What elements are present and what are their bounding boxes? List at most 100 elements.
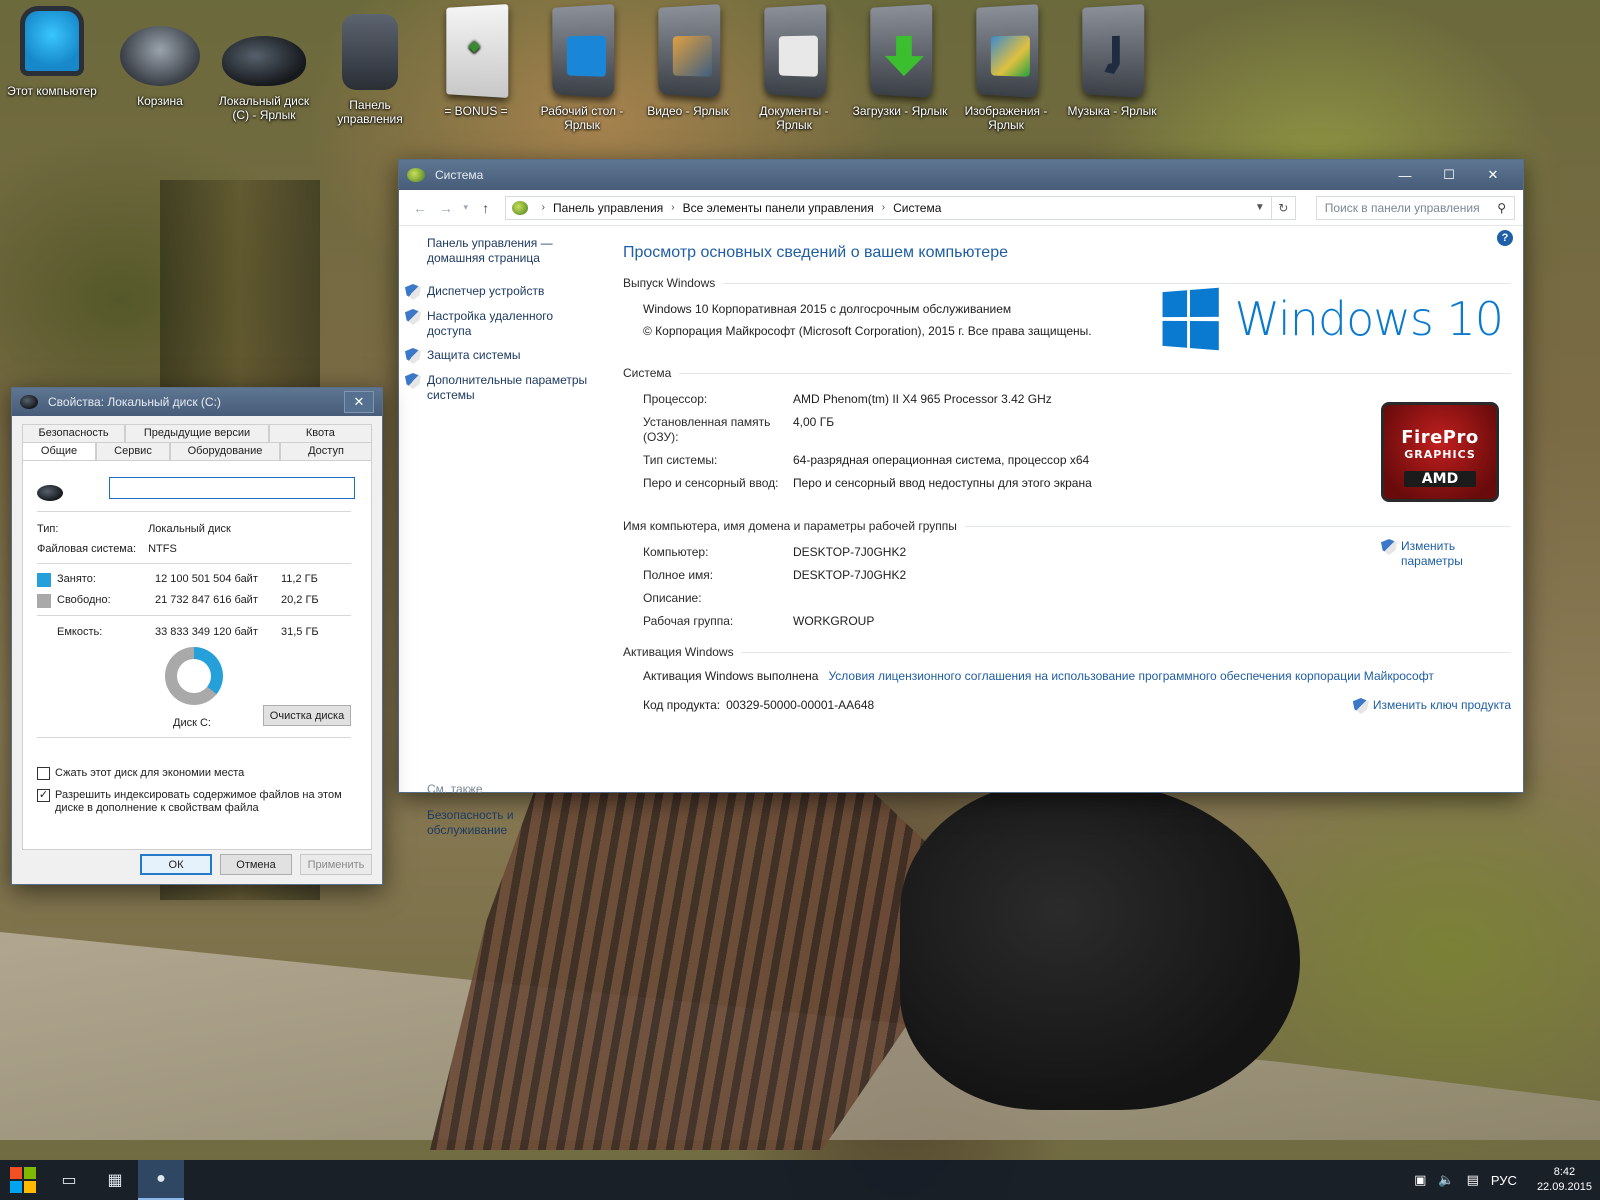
tab-hardware[interactable]: Оборудование [170, 442, 280, 460]
advanced-settings-link[interactable]: Дополнительные параметры системы [405, 373, 599, 403]
free-space-swatch [37, 594, 51, 608]
desktop-icon-documents-shortcut[interactable]: Документы - Ярлык [742, 4, 846, 132]
taskbar-disk-properties-icon[interactable]: ● [138, 1160, 184, 1200]
desktop-icon-bonus[interactable]: = BONUS = [424, 4, 528, 118]
tab-general[interactable]: Общие [22, 442, 96, 460]
maximize-button[interactable]: ☐ [1427, 160, 1471, 190]
disk-cleanup-button[interactable]: Очистка диска [263, 705, 351, 726]
info-row: Процессор: AMD Phenom(tm) II X4 965 Proc… [623, 392, 1511, 407]
chevron-down-icon[interactable]: ▼ [1255, 202, 1265, 213]
activation-row: Активация Windows выполнена Условия лице… [623, 669, 1511, 684]
desktop-icon-recycle-bin[interactable]: Корзина [108, 6, 212, 108]
license-terms-link[interactable]: Условия лицензионного соглашения на испо… [828, 669, 1433, 684]
desktop-icon-label: Видео - Ярлык [647, 104, 729, 118]
filesystem-label: Файловая система: [37, 543, 137, 555]
change-settings-link[interactable]: Изменить параметры [1381, 539, 1479, 569]
back-arrow-icon[interactable]: ← [407, 200, 433, 216]
see-also-heading: См. также [427, 782, 483, 796]
desktop-icon-label: Музыка - Ярлык [1067, 104, 1157, 118]
desktop-icon-control-panel[interactable]: Панель управления [318, 6, 422, 126]
tab-quota[interactable]: Квота [268, 424, 372, 442]
start-button[interactable] [0, 1160, 46, 1200]
system-protection-link[interactable]: Защита системы [405, 348, 599, 364]
disk-icon [37, 485, 63, 501]
desktop-icon-label: Панель управления [337, 98, 403, 126]
system-window-titlebar[interactable]: Система — ☐ ✕ [399, 160, 1523, 190]
taskbar: ▭ ▦ ● ▣ 🔈 ▤ РУС 8:42 22.09.2015 [0, 1160, 1600, 1200]
taskbar-control-panel-icon[interactable]: ▦ [92, 1160, 138, 1200]
recycle-bin-icon [120, 26, 200, 86]
close-button[interactable]: ✕ [1471, 160, 1515, 190]
main-pane: Просмотр основных сведений о вашем компь… [623, 226, 1511, 792]
apply-button[interactable]: Применить [300, 854, 372, 875]
desktop-icon-music-shortcut[interactable]: Музыка - Ярлык [1060, 4, 1164, 118]
breadcrumb-system[interactable]: Система [893, 201, 941, 215]
desktop-icon-label: = BONUS = [444, 104, 508, 118]
tab-tools[interactable]: Сервис [96, 442, 170, 460]
security-maintenance-link[interactable]: Безопасность и обслуживание [427, 808, 577, 838]
desktop-icon-desktop-shortcut[interactable]: Рабочий стол - Ярлык [530, 4, 634, 132]
desktop-icon-this-pc[interactable]: Этот компьютер [0, 6, 104, 98]
divider [37, 511, 351, 512]
desktop-icon-label: Загрузки - Ярлык [852, 104, 948, 118]
product-key-value: 00329-50000-00001-AA648 [726, 698, 875, 712]
free-gb: 20,2 ГБ [281, 594, 319, 606]
free-label: Свободно: [57, 594, 111, 606]
control-panel-home-link[interactable]: Панель управления — домашняя страница [427, 236, 599, 266]
desktop-icon-local-disk[interactable]: Локальный диск (C) - Ярлык [212, 6, 316, 122]
ok-button[interactable]: ОК [140, 854, 212, 875]
desktop-icon-label: Локальный диск (C) - Ярлык [218, 94, 310, 122]
free-bytes: 21 732 847 616 байт [155, 594, 258, 606]
close-button[interactable]: ✕ [344, 391, 374, 413]
network-icon[interactable]: ▣ [1414, 1172, 1426, 1188]
language-indicator[interactable]: РУС [1491, 1173, 1517, 1188]
device-manager-link[interactable]: Диспетчер устройств [405, 284, 599, 300]
activation-section: Активация Windows Активация Windows выпо… [623, 645, 1511, 714]
search-input[interactable]: Поиск в панели управления ⚲ [1315, 195, 1516, 220]
breadcrumb-control-panel[interactable]: Панель управления [553, 201, 663, 215]
refresh-icon[interactable]: ↻ [1271, 195, 1296, 220]
used-bytes: 12 100 501 504 байт [155, 573, 258, 585]
product-key-label: Код продукта: [643, 698, 721, 712]
notifications-icon[interactable]: ▤ [1467, 1172, 1479, 1188]
desktop-icon-pictures-shortcut[interactable]: Изображения - Ярлык [954, 4, 1058, 132]
computer-name-section: Имя компьютера, имя домена и параметры р… [623, 519, 1511, 629]
left-pane: Панель управления — домашняя страница Ди… [399, 226, 599, 837]
cancel-button[interactable]: Отмена [220, 854, 292, 875]
tab-sharing[interactable]: Доступ [280, 442, 372, 460]
index-checkbox[interactable]: ✓ [37, 789, 50, 802]
breadcrumb-all-items[interactable]: Все элементы панели управления [683, 201, 874, 215]
change-product-key-link[interactable]: Изменить ключ продукта [1352, 698, 1511, 714]
address-bar[interactable]: › Панель управления › Все элементы панел… [504, 195, 1272, 220]
desktop-icon-video-shortcut[interactable]: Видео - Ярлык [636, 4, 740, 118]
forward-arrow-icon[interactable]: → [433, 200, 459, 216]
edition-section: Выпуск Windows Windows 10 Корпоративная … [623, 276, 1511, 351]
tab-security[interactable]: Безопасность [22, 424, 126, 442]
info-row: Тип системы: 64-разрядная операционная с… [623, 453, 1511, 468]
dialog-titlebar[interactable]: Свойства: Локальный диск (C:) ✕ [12, 388, 382, 416]
volume-name-input[interactable] [109, 477, 355, 499]
system-protection-label: Защита системы [427, 348, 521, 362]
info-row: Рабочая группа: WORKGROUP [623, 614, 1511, 629]
capacity-gb: 31,5 ГБ [281, 626, 319, 638]
search-icon[interactable]: ⚲ [1497, 201, 1506, 215]
up-arrow-icon[interactable]: ↑ [473, 200, 499, 216]
recent-dropdown-icon[interactable]: ▾ [459, 202, 473, 213]
volume-icon[interactable]: 🔈 [1438, 1172, 1454, 1188]
task-view-icon[interactable]: ▭ [46, 1160, 92, 1200]
info-value: 64-разрядная операционная система, проце… [793, 453, 1090, 467]
system-header: Система [623, 366, 672, 380]
disk-icon [20, 395, 38, 409]
compress-checkbox[interactable] [37, 767, 50, 780]
minimize-button[interactable]: — [1383, 160, 1427, 190]
advanced-settings-label: Дополнительные параметры системы [427, 373, 588, 402]
index-label: Разрешить индексировать содержимое файло… [55, 789, 342, 814]
clock[interactable]: 8:42 22.09.2015 [1537, 1165, 1592, 1195]
amd-firepro-badge: FirePro GRAPHICS AMD [1381, 402, 1499, 502]
system-tray: ▣ 🔈 ▤ РУС 8:42 22.09.2015 [1408, 1165, 1600, 1195]
tab-previous-versions[interactable]: Предыдущие версии [125, 424, 269, 442]
badge-subtitle: GRAPHICS [1404, 448, 1476, 461]
desktop-icon-downloads-shortcut[interactable]: Загрузки - Ярлык [848, 4, 952, 118]
desktop-icon-label: Рабочий стол - Ярлык [540, 104, 624, 132]
remote-settings-link[interactable]: Настройка удаленного доступа [405, 309, 599, 339]
